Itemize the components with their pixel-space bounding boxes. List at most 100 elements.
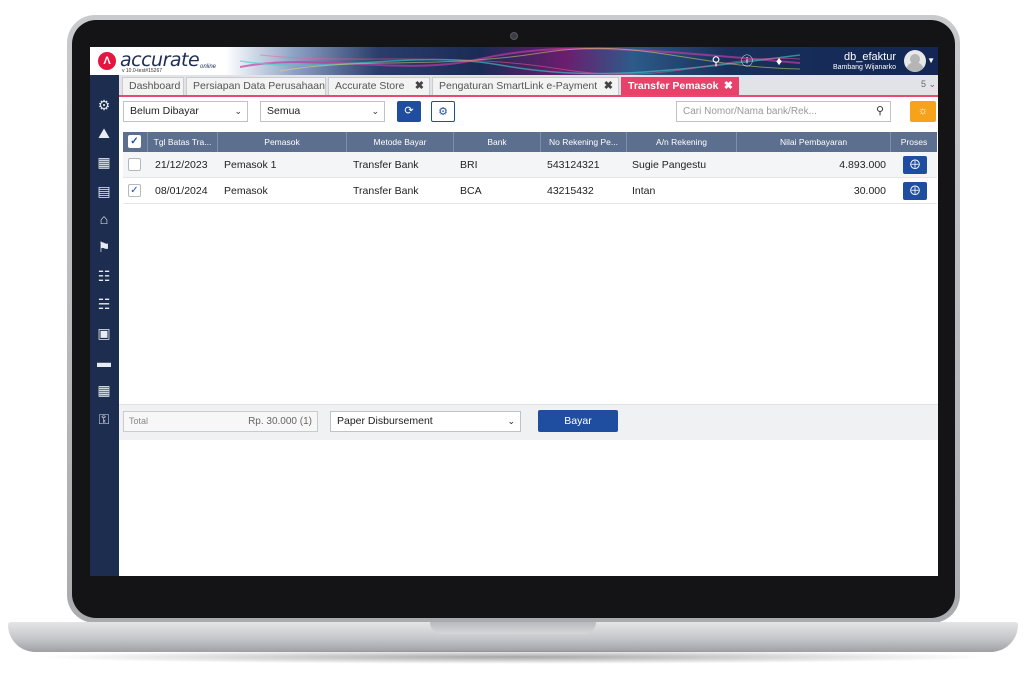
warehouse-icon[interactable]: ▣ (94, 323, 114, 343)
bank-icon[interactable]: ⛰ (94, 123, 114, 143)
app-screen: Λ accurate online v 10.0-test#15267 ⚲ ⓘ … (90, 47, 938, 576)
col-process: Proses (900, 137, 928, 147)
lightbulb-button[interactable]: ☼ (910, 101, 936, 122)
row-account-number: 43215432 (547, 185, 594, 197)
house-icon[interactable]: ⌂ (94, 209, 114, 229)
laptop-shadow (30, 650, 996, 664)
tab-label: Transfer Pemasok (628, 80, 719, 92)
search-icon[interactable]: ⚲ (708, 53, 724, 69)
chevron-down-icon[interactable]: ▼ (927, 56, 935, 65)
chevron-down-icon: ⌄ (507, 416, 515, 426)
tab-label: Accurate Store (335, 80, 405, 92)
process-button[interactable]: ⨁ (903, 182, 927, 200)
sidebar: ⚙ ⛰ ▦ ▤ ⌂ ⚑ ☷ ☵ ▣ ▬ ▦ ⚿ (90, 75, 119, 576)
col-payment-method[interactable]: Metode Bayar (347, 132, 454, 152)
search-input[interactable]: Cari Nomor/Nama bank/Rek... ⚲ (676, 101, 891, 122)
tab-label: Pengaturan SmartLink e-Payment (439, 80, 598, 92)
disbursement-select[interactable]: Paper Disbursement ⌄ (330, 411, 521, 432)
chevron-down-icon: ⌄ (371, 106, 379, 116)
chevron-down-icon: ⌄ (234, 106, 242, 116)
total-field: Total Rp. 30.000 (1) (123, 411, 318, 432)
tab-transfer-pemasok[interactable]: Transfer Pemasok ✖ (621, 77, 739, 95)
status-filter-value: Belum Dibayar (130, 105, 199, 117)
camera-icon (510, 32, 518, 40)
process-button[interactable]: ⨁ (903, 156, 927, 174)
settings-doc-icon[interactable]: ⚿ (94, 409, 114, 429)
crosshair-icon: ⨁ (910, 159, 920, 170)
tab-persiapan-data[interactable]: Persiapan Data Perusahaan (186, 77, 326, 95)
lightbulb-icon: ☼ (917, 105, 929, 117)
search-placeholder: Cari Nomor/Nama bank/Rek... (683, 106, 817, 117)
table-row[interactable]: 21/12/2023 Pemasok 1 Transfer Bank BRI 5… (123, 152, 937, 178)
total-label: Total (129, 416, 149, 426)
bell-icon[interactable]: ♦ (771, 53, 787, 69)
app-header: Λ accurate online v 10.0-test#15267 ⚲ ⓘ … (90, 47, 938, 75)
type-filter-value: Semua (267, 105, 301, 117)
laptop-notch (430, 622, 596, 634)
factory-icon[interactable]: ▬ (94, 352, 114, 372)
settings-button[interactable]: ⚙ (431, 101, 455, 122)
row-checkbox[interactable]: ✓ (128, 184, 141, 197)
cart-icon[interactable]: ☷ (94, 266, 114, 286)
row-amount: 30.000 (853, 185, 886, 197)
crosshair-icon: ⨁ (910, 185, 920, 196)
version-label: v 10.0-test#15267 (122, 68, 163, 74)
row-payment-method: Transfer Bank (353, 159, 419, 171)
row-due-date: 21/12/2023 (155, 159, 208, 171)
toolbar: Belum Dibayar ⌄ Semua ⌄ ⟳ ⚙ Cari Nomor/Nam… (119, 99, 938, 127)
cart-delivery-icon[interactable]: ☵ (94, 294, 114, 314)
payment-footer: Total Rp. 30.000 (1) Paper Disbursement … (119, 404, 938, 440)
logo-subtitle: online (200, 64, 217, 70)
help-icon[interactable]: ⓘ (739, 53, 755, 69)
row-bank: BCA (460, 185, 482, 197)
select-all-cell: ✓ (123, 132, 148, 152)
tab-overflow-count[interactable]: 5 ⌄ (921, 79, 936, 90)
report-icon[interactable]: ▦ (94, 380, 114, 400)
price-tag-icon[interactable]: ⚑ (94, 237, 114, 257)
col-due-date[interactable]: Tgl Batas Tra... (148, 132, 218, 152)
tab-smartlink-payment[interactable]: Pengaturan SmartLink e-Payment ✖ (432, 77, 619, 95)
row-supplier: Pemasok (224, 185, 268, 197)
gear-icon[interactable]: ⚙ (94, 95, 114, 115)
col-account-number[interactable]: No Rekening Pe... (541, 132, 627, 152)
row-account-name: Sugie Pangestu (632, 159, 707, 171)
row-payment-method: Transfer Bank (353, 185, 419, 197)
refresh-button[interactable]: ⟳ (397, 101, 421, 122)
disbursement-value: Paper Disbursement (337, 415, 433, 427)
row-checkbox[interactable] (128, 158, 141, 171)
search-icon[interactable]: ⚲ (876, 102, 884, 121)
tab-dashboard[interactable]: Dashboard (122, 77, 184, 95)
accurate-logo-icon: Λ (98, 52, 116, 70)
row-account-number: 543124321 (547, 159, 600, 171)
pay-button[interactable]: Bayar (538, 410, 618, 432)
col-bank[interactable]: Bank (454, 132, 541, 152)
col-amount[interactable]: Nilai Pembayaran (737, 132, 891, 152)
row-amount: 4.893.000 (839, 159, 886, 171)
tab-label: Dashboard (129, 80, 181, 92)
total-value: Rp. 30.000 (1) (248, 416, 312, 427)
col-supplier[interactable]: Pemasok (218, 132, 347, 152)
select-all-checkbox[interactable]: ✓ (128, 135, 141, 148)
close-icon[interactable]: ✖ (724, 78, 733, 95)
close-icon[interactable]: ✖ (415, 78, 424, 95)
table-row[interactable]: ✓ 08/01/2024 Pemasok Transfer Bank BCA 4… (123, 178, 937, 204)
tab-accurate-store[interactable]: Accurate Store ✖ (328, 77, 430, 95)
row-bank: BRI (460, 159, 478, 171)
row-supplier: Pemasok 1 (224, 159, 277, 171)
tab-label: Persiapan Data Perusahaan (193, 80, 325, 92)
gear-icon: ⚙ (438, 106, 448, 118)
close-icon[interactable]: ✖ (604, 78, 613, 95)
avatar[interactable] (904, 50, 926, 72)
building-icon[interactable]: ▦ (94, 152, 114, 172)
status-filter-select[interactable]: Belum Dibayar ⌄ (123, 101, 248, 122)
type-filter-select[interactable]: Semua ⌄ (260, 101, 385, 122)
database-name: db_efaktur (844, 51, 896, 63)
table-header: ✓ Tgl Batas Tra... Pemasok Metode Bayar … (123, 132, 937, 152)
row-due-date: 08/01/2024 (155, 185, 208, 197)
row-account-name: Intan (632, 185, 656, 197)
refresh-icon: ⟳ (404, 105, 414, 117)
col-account-name[interactable]: A/n Rekening (627, 132, 737, 152)
ledger-icon[interactable]: ▤ (94, 181, 114, 201)
user-name: Bambang Wijanarko (832, 64, 896, 71)
tab-bar: Dashboard Persiapan Data Perusahaan Accu… (119, 75, 938, 97)
